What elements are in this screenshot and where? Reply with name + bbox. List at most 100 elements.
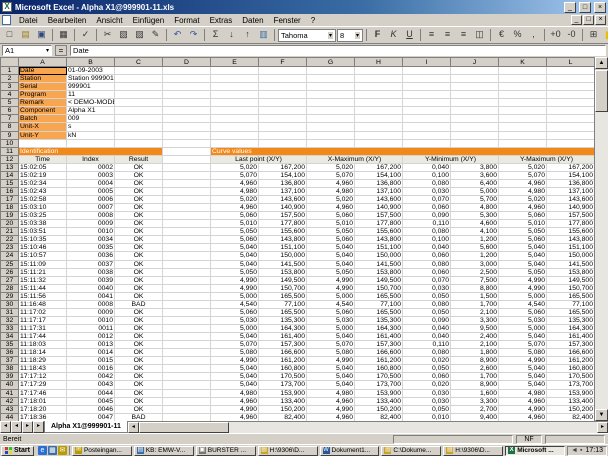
value-cell[interactable]: 4,990: [211, 357, 259, 365]
value-cell[interactable]: 5,040: [499, 260, 547, 268]
cell[interactable]: [403, 107, 451, 115]
taskbar-button[interactable]: ▤H:\9306\D...: [258, 446, 318, 456]
horizontal-scrollbar[interactable]: ◂ ▸: [128, 421, 608, 433]
index-cell[interactable]: 0008: [67, 212, 115, 220]
time-cell[interactable]: 11:17:02: [19, 308, 67, 316]
taskbar-button[interactable]: ▤H:\9306\D...: [443, 446, 503, 456]
cell[interactable]: [115, 91, 163, 99]
info-value-cell[interactable]: 009: [67, 115, 115, 123]
column-header-H[interactable]: H: [355, 58, 403, 67]
cell[interactable]: [547, 107, 595, 115]
taskbar-button[interactable]: ▤C:\Dokume...: [381, 446, 441, 456]
taskbar-button[interactable]: XMicrosoft ...: [505, 446, 565, 456]
value-cell[interactable]: 8,900: [451, 357, 499, 365]
cell[interactable]: [115, 131, 163, 139]
value-cell[interactable]: 5,040: [211, 365, 259, 373]
cell[interactable]: [163, 260, 211, 268]
value-cell[interactable]: 0,060: [403, 204, 451, 212]
align-right-icon[interactable]: ≡: [456, 28, 471, 42]
column-header-E[interactable]: E: [211, 58, 259, 67]
cell[interactable]: [403, 99, 451, 107]
value-cell[interactable]: 143,800: [259, 236, 307, 244]
time-cell[interactable]: 15:11:32: [19, 276, 67, 284]
row-header-13[interactable]: 13: [1, 163, 19, 171]
time-cell[interactable]: 11:18:43: [19, 365, 67, 373]
value-cell[interactable]: 1,800: [451, 349, 499, 357]
time-cell[interactable]: 15:03:25: [19, 212, 67, 220]
row-header-20[interactable]: 20: [1, 220, 19, 228]
cell[interactable]: [451, 115, 499, 123]
value-cell[interactable]: 5,040: [211, 244, 259, 252]
value-cell[interactable]: 3,300: [451, 316, 499, 324]
result-cell[interactable]: OK: [115, 204, 163, 212]
value-cell[interactable]: 5,050: [307, 228, 355, 236]
value-cell[interactable]: 5,070: [499, 341, 547, 349]
cell[interactable]: [451, 123, 499, 131]
row-header-34[interactable]: 34: [1, 333, 19, 341]
name-box-dropdown-icon[interactable]: ▾: [46, 47, 49, 54]
value-cell[interactable]: 153,800: [259, 268, 307, 276]
row-header-8[interactable]: 8: [1, 123, 19, 131]
value-cell[interactable]: 165,500: [355, 308, 403, 316]
value-cell[interactable]: 5,060: [499, 308, 547, 316]
info-value-cell[interactable]: < DEMO-MODE >: [67, 99, 115, 107]
row-header-12[interactable]: 12: [1, 155, 19, 163]
value-cell[interactable]: 150,200: [547, 405, 595, 413]
percent-icon[interactable]: %: [510, 28, 525, 42]
value-cell[interactable]: 0,060: [403, 252, 451, 260]
row-header-5[interactable]: 5: [1, 99, 19, 107]
value-cell[interactable]: 160,800: [259, 365, 307, 373]
cell[interactable]: [163, 187, 211, 195]
cell[interactable]: [163, 373, 211, 381]
cell[interactable]: [355, 131, 403, 139]
time-cell[interactable]: 15:10:57: [19, 252, 67, 260]
value-cell[interactable]: 0,080: [403, 228, 451, 236]
result-cell[interactable]: OK: [115, 228, 163, 236]
value-cell[interactable]: 170,500: [547, 373, 595, 381]
value-cell[interactable]: 141,500: [547, 260, 595, 268]
value-cell[interactable]: 5,000: [451, 187, 499, 195]
value-cell[interactable]: 5,000: [499, 325, 547, 333]
cell[interactable]: [163, 357, 211, 365]
cell[interactable]: [211, 123, 259, 131]
row-header-40[interactable]: 40: [1, 381, 19, 389]
cell[interactable]: [163, 349, 211, 357]
cell[interactable]: [115, 139, 163, 147]
time-cell[interactable]: 17:17:29: [19, 381, 67, 389]
value-cell[interactable]: 0,010: [403, 413, 451, 421]
info-value-cell[interactable]: Alpha X1: [67, 107, 115, 115]
value-cell[interactable]: 149,500: [547, 276, 595, 284]
select-all-button[interactable]: [1, 58, 19, 67]
time-cell[interactable]: 15:02:34: [19, 179, 67, 187]
value-cell[interactable]: 5,070: [307, 171, 355, 179]
value-cell[interactable]: 2,100: [451, 341, 499, 349]
vertical-scrollbar[interactable]: ▲ ▼: [594, 57, 608, 421]
value-cell[interactable]: 167,200: [259, 163, 307, 171]
display-icon[interactable]: ▪: [580, 447, 582, 454]
index-cell[interactable]: 0042: [67, 373, 115, 381]
cell[interactable]: [499, 91, 547, 99]
value-cell[interactable]: 5,040: [307, 333, 355, 341]
value-cell[interactable]: 173,700: [547, 381, 595, 389]
index-cell[interactable]: 0010: [67, 228, 115, 236]
cell[interactable]: [547, 91, 595, 99]
result-cell[interactable]: OK: [115, 349, 163, 357]
value-cell[interactable]: 141,500: [259, 260, 307, 268]
cell[interactable]: [115, 67, 163, 75]
time-header[interactable]: Time: [19, 155, 67, 163]
info-value-cell[interactable]: 11: [67, 91, 115, 99]
cell[interactable]: [211, 75, 259, 83]
result-cell[interactable]: OK: [115, 357, 163, 365]
value-cell[interactable]: 161,200: [355, 357, 403, 365]
row-header-4[interactable]: 4: [1, 91, 19, 99]
value-cell[interactable]: 5,040: [499, 244, 547, 252]
row-header-35[interactable]: 35: [1, 341, 19, 349]
cell[interactable]: [547, 115, 595, 123]
index-cell[interactable]: 0008: [67, 300, 115, 308]
font-size-combo[interactable]: 8▾: [337, 29, 363, 42]
cell[interactable]: [163, 171, 211, 179]
value-cell[interactable]: 150,200: [355, 405, 403, 413]
value-cell[interactable]: 150,200: [259, 405, 307, 413]
info-label-cell[interactable]: Unit-X: [19, 123, 67, 131]
value-cell[interactable]: 151,100: [259, 244, 307, 252]
